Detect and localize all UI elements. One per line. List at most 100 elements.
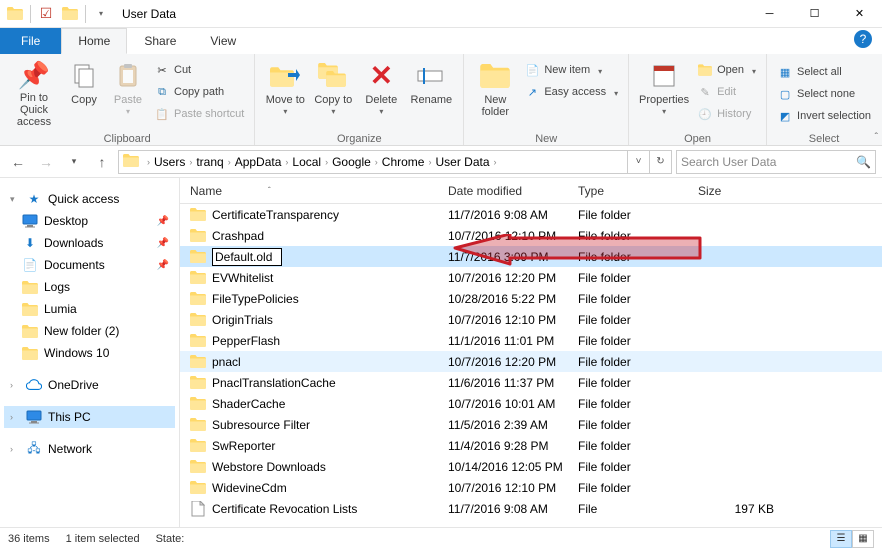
properties-icon — [648, 60, 680, 92]
table-row[interactable]: Subresource Filter11/5/2016 2:39 AMFile … — [180, 414, 882, 435]
refresh-button[interactable]: ↻ — [649, 151, 671, 173]
help-icon[interactable]: ? — [854, 30, 872, 48]
open-button[interactable]: Open▾ — [693, 60, 760, 80]
new-folder-button[interactable]: New folder — [470, 56, 520, 128]
copy-path-button[interactable]: ⧉Copy path — [150, 82, 248, 102]
nav-this-pc[interactable]: ›This PC — [4, 406, 175, 428]
table-row[interactable]: WidevineCdm10/7/2016 12:10 PMFile folder — [180, 477, 882, 498]
breadcrumb[interactable]: › Users› tranq› AppData› Local› Google› … — [118, 150, 672, 174]
file-type: File folder — [570, 271, 690, 285]
qat-dropdown-icon[interactable]: ▾ — [90, 3, 112, 25]
table-row[interactable]: FileTypePolicies10/28/2016 5:22 PMFile f… — [180, 288, 882, 309]
nav-network[interactable]: ›🖧Network — [4, 438, 175, 460]
move-to-icon — [269, 60, 301, 92]
back-button[interactable]: ← — [6, 150, 30, 174]
nav-logs[interactable]: Logs — [4, 276, 175, 298]
forward-button[interactable]: → — [34, 150, 58, 174]
select-all-button[interactable]: ▦Select all — [773, 62, 875, 82]
qat-properties-icon[interactable]: ☑ — [35, 3, 57, 25]
cut-button[interactable]: ✂Cut — [150, 60, 248, 80]
this-pc-icon — [26, 409, 42, 425]
table-row[interactable]: OriginTrials10/7/2016 12:10 PMFile folde… — [180, 309, 882, 330]
edit-button[interactable]: ✎Edit — [693, 82, 760, 102]
table-row[interactable]: EVWhitelist10/7/2016 12:20 PMFile folder — [180, 267, 882, 288]
folder-icon — [22, 323, 38, 339]
breadcrumb-seg[interactable]: tranq — [196, 155, 223, 169]
nav-lumia[interactable]: Lumia — [4, 298, 175, 320]
view-details-button[interactable]: ☰ — [830, 530, 852, 548]
nav-desktop[interactable]: Desktop📌 — [4, 210, 175, 232]
paste-button[interactable]: Paste ▾ — [106, 56, 150, 128]
rename-input[interactable] — [212, 248, 282, 266]
qat-new-folder-icon[interactable] — [59, 3, 81, 25]
search-input[interactable]: Search User Data 🔍 — [676, 150, 876, 174]
titlebar: ☑ ▾ User Data ─ ☐ ✕ — [0, 0, 882, 28]
select-none-button[interactable]: ▢Select none — [773, 84, 875, 104]
breadcrumb-dropdown-button[interactable]: ˅ — [627, 151, 649, 173]
minimize-button[interactable]: ─ — [747, 0, 792, 28]
table-row[interactable]: PnaclTranslationCache11/6/2016 11:37 PMF… — [180, 372, 882, 393]
col-size[interactable]: Size — [690, 184, 790, 198]
breadcrumb-seg[interactable]: User Data — [435, 155, 489, 169]
nav-onedrive[interactable]: ›OneDrive — [4, 374, 175, 396]
breadcrumb-seg[interactable]: Users — [154, 155, 185, 169]
move-to-button[interactable]: Move to▾ — [261, 56, 309, 128]
table-row[interactable]: pnacl10/7/2016 12:20 PMFile folder — [180, 351, 882, 372]
ribbon-group-clipboard: 📌 Pin to Quick access Copy Paste ▾ ✂Cut … — [0, 54, 255, 145]
tab-view[interactable]: View — [193, 28, 253, 54]
collapse-ribbon-icon[interactable]: ˆ — [875, 132, 878, 143]
file-type: File folder — [570, 229, 690, 243]
nav-windows-10[interactable]: Windows 10 — [4, 342, 175, 364]
copy-to-button[interactable]: Copy to▾ — [309, 56, 357, 128]
folder-icon — [22, 279, 38, 295]
status-bar: 36 items 1 item selected State: ☰ ▦ — [0, 527, 882, 549]
col-name[interactable]: Nameˆ — [180, 184, 440, 198]
easy-access-button[interactable]: ↗Easy access▾ — [520, 82, 622, 102]
up-button[interactable]: ↑ — [90, 150, 114, 174]
breadcrumb-seg[interactable]: Google — [332, 155, 371, 169]
nav-documents[interactable]: 📄Documents📌 — [4, 254, 175, 276]
table-row[interactable]: SwReporter11/4/2016 9:28 PMFile folder — [180, 435, 882, 456]
paste-shortcut-button[interactable]: 📋Paste shortcut — [150, 104, 248, 124]
table-row[interactable]: Crashpad10/7/2016 12:10 PMFile folder — [180, 225, 882, 246]
table-row[interactable]: 11/7/2016 3:09 PMFile folder — [180, 246, 882, 267]
pin-icon: 📌 — [157, 238, 169, 249]
table-row[interactable]: CertificateTransparency11/7/2016 9:08 AM… — [180, 204, 882, 225]
copy-button[interactable]: Copy — [62, 56, 106, 128]
tab-file[interactable]: File — [0, 28, 61, 54]
rename-icon — [415, 60, 447, 92]
nav-new-folder-2[interactable]: New folder (2) — [4, 320, 175, 342]
address-bar: ← → ▾ ↑ › Users› tranq› AppData› Local› … — [0, 146, 882, 178]
col-type[interactable]: Type — [570, 184, 690, 198]
col-date[interactable]: Date modified — [440, 184, 570, 198]
nav-quick-access[interactable]: ▾★Quick access — [4, 188, 175, 210]
file-size: 197 KB — [690, 502, 790, 516]
invert-selection-button[interactable]: ◩Invert selection — [773, 106, 875, 126]
nav-downloads[interactable]: ⬇Downloads📌 — [4, 232, 175, 254]
pin-quick-access-button[interactable]: 📌 Pin to Quick access — [6, 56, 62, 128]
table-row[interactable]: PepperFlash11/1/2016 11:01 PMFile folder — [180, 330, 882, 351]
close-button[interactable]: ✕ — [837, 0, 882, 28]
tab-share[interactable]: Share — [127, 28, 193, 54]
new-folder-icon — [479, 60, 511, 92]
properties-button[interactable]: Properties▾ — [635, 56, 693, 128]
view-large-icons-button[interactable]: ▦ — [852, 530, 874, 548]
breadcrumb-seg[interactable]: AppData — [235, 155, 282, 169]
status-selected: 1 item selected — [66, 533, 140, 545]
table-row[interactable]: ShaderCache10/7/2016 10:01 AMFile folder — [180, 393, 882, 414]
table-row[interactable]: Certificate Revocation Lists11/7/2016 9:… — [180, 498, 882, 519]
maximize-button[interactable]: ☐ — [792, 0, 837, 28]
history-button[interactable]: 🕘History — [693, 104, 760, 124]
file-type: File folder — [570, 418, 690, 432]
recent-locations-button[interactable]: ▾ — [62, 150, 86, 174]
folder-icon — [190, 417, 206, 433]
breadcrumb-seg[interactable]: Local — [292, 155, 321, 169]
table-row[interactable]: Webstore Downloads10/14/2016 12:05 PMFil… — [180, 456, 882, 477]
delete-button[interactable]: ✕ Delete▾ — [357, 56, 405, 128]
breadcrumb-seg[interactable]: Chrome — [382, 155, 425, 169]
file-name: ShaderCache — [212, 397, 285, 411]
file-name: PnaclTranslationCache — [212, 376, 336, 390]
tab-home[interactable]: Home — [61, 28, 127, 54]
new-item-button[interactable]: 📄New item▾ — [520, 60, 622, 80]
rename-button[interactable]: Rename — [405, 56, 457, 128]
